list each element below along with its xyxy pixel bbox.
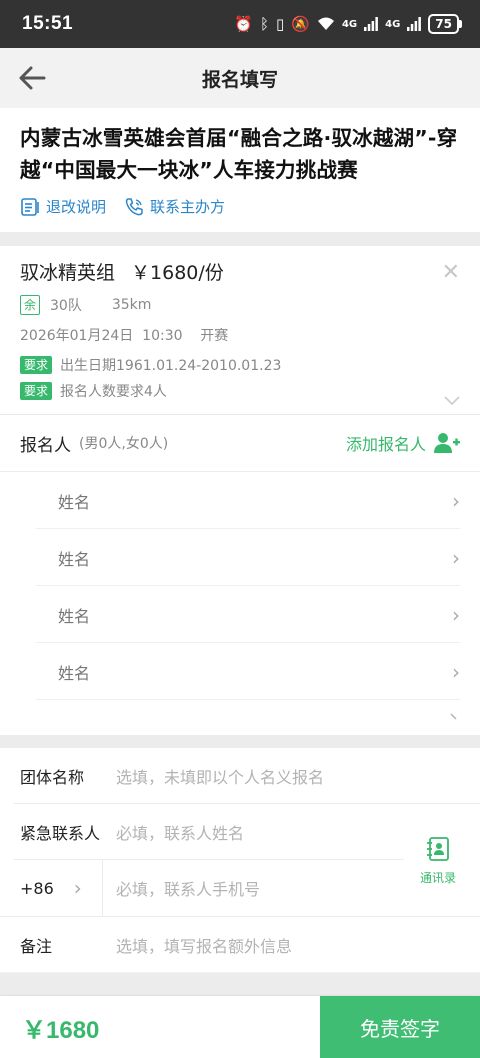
requirement-row: 要求 报名人数要求4人 [20, 381, 460, 401]
registrant-row[interactable]: 姓名 › [0, 529, 480, 586]
wifi-icon [317, 17, 334, 30]
registrant-row[interactable]: 姓名 › [0, 643, 480, 700]
remark-row[interactable]: 备注 选填，填写报名额外信息 [0, 917, 480, 973]
nav-bar: 报名填写 [0, 48, 480, 108]
alarm-icon: ⏰ [234, 14, 253, 33]
total-price: ￥1680 [22, 1016, 100, 1044]
emergency-contact-input[interactable]: 必填，联系人姓名 [116, 820, 244, 844]
remark-label: 备注 [20, 937, 53, 956]
back-arrow-icon[interactable] [16, 62, 48, 94]
refund-policy-label: 退改说明 [46, 198, 107, 216]
phone-row[interactable]: 必填，联系人手机号 [96, 860, 396, 916]
registrant-name-placeholder: 姓名 [58, 549, 91, 569]
bottom-bar: ￥1680 免责签字 [0, 996, 480, 1058]
status-time: 15:51 [22, 13, 74, 34]
section-gap [0, 735, 480, 748]
document-icon [21, 197, 39, 216]
section-gap [0, 973, 480, 996]
chevron-right-icon: › [452, 488, 460, 513]
team-name-row[interactable]: 团体名称 选填，未填即以个人名义报名 [0, 748, 480, 804]
remark-input[interactable]: 选填，填写报名额外信息 [116, 933, 292, 957]
registrant-row[interactable]: 姓名 › [0, 586, 480, 643]
emergency-contact-label: 紧急联系人 [20, 824, 101, 843]
country-code-selector[interactable]: +86 › [20, 860, 82, 916]
contact-organizer-label: 联系主办方 [150, 198, 226, 216]
requirement-tag: 要求 [20, 382, 53, 400]
registrants-header: 报名人 (男0人,女0人) 添加报名人 [0, 415, 480, 471]
registrants-count: (男0人,女0人) [79, 436, 169, 452]
registrants-section: 报名人 (男0人,女0人) 添加报名人 姓名 › 姓名 › 姓名 › 姓名 › [0, 415, 480, 735]
add-user-icon [434, 433, 460, 453]
status-bar: 15:51 ⏰ ᛒ ▯ 🔕 4G 4G 75 [0, 0, 480, 48]
contact-organizer-link[interactable]: 联系主办方 [124, 196, 225, 217]
remain-badge: 余 [20, 295, 41, 315]
chevron-right-icon: › [452, 659, 460, 684]
battery-level: 75 [428, 14, 459, 34]
phone-icon [125, 197, 143, 215]
network-type-2: 4G [385, 18, 401, 30]
chevron-right-icon: › [452, 602, 460, 627]
phone-input[interactable]: 必填，联系人手机号 [116, 876, 260, 900]
group-card: 驭冰精英组 ￥1680/份 ✕ 余 30队 35km 2026年01月24日 1… [0, 246, 480, 414]
chevron-right-icon: › [452, 545, 460, 570]
address-book-button[interactable]: 通讯录 [414, 836, 462, 886]
team-name-input[interactable]: 选填，未填即以个人名义报名 [116, 764, 324, 788]
close-icon[interactable]: ✕ [442, 260, 460, 285]
requirement-tag: 要求 [20, 356, 53, 374]
status-icons: ⏰ ᛒ ▯ 🔕 4G 4G 75 [234, 14, 462, 34]
registrant-row[interactable]: 姓名 › [0, 472, 480, 529]
group-price: ￥1680/份 [131, 262, 224, 284]
group-distance: 35km [111, 297, 152, 313]
requirement-row: 要求 出生日期1961.01.24-2010.01.23 [20, 355, 460, 375]
network-type-1: 4G [341, 18, 358, 30]
section-gap [0, 232, 480, 246]
country-code: +86 [20, 878, 54, 898]
sign-waiver-button[interactable]: 免责签字 [320, 996, 480, 1058]
registrants-label: 报名人 [20, 435, 71, 456]
address-book-label: 通讯录 [419, 871, 456, 885]
group-teams: 30队 [50, 298, 82, 314]
signal-icon [364, 17, 379, 31]
bluetooth-icon: ᛒ [259, 14, 269, 33]
add-registrant-label: 添加报名人 [345, 435, 426, 454]
event-links: 退改说明 联系主办方 [20, 196, 460, 217]
requirement-birth: 出生日期1961.01.24-2010.01.23 [60, 358, 282, 374]
event-title: 内蒙古冰雪英雄会首届“融合之路·驭冰越湖”-穿越“中国最大一块冰”人车接力挑战赛 [20, 126, 458, 182]
battery-icon: 75 [428, 14, 462, 34]
emergency-contact-row[interactable]: 紧急联系人 必填，联系人姓名 [0, 804, 480, 860]
chevron-right-icon: › [73, 876, 82, 900]
address-book-icon [427, 837, 449, 861]
team-name-label: 团体名称 [20, 768, 85, 787]
event-header: 内蒙古冰雪英雄会首届“融合之路·驭冰越湖”-穿越“中国最大一块冰”人车接力挑战赛… [0, 108, 480, 232]
group-start-time: 2026年01月24日 10:30 开赛 [20, 328, 229, 344]
refund-policy-link[interactable]: 退改说明 [20, 196, 106, 217]
page-title: 报名填写 [201, 68, 278, 91]
registrant-list: 姓名 › 姓名 › 姓名 › 姓名 › [0, 472, 480, 700]
group-name: 驭冰精英组 [20, 262, 116, 284]
chevron-down-icon[interactable] [450, 713, 460, 721]
group-meta: 余 30队 35km [20, 295, 460, 315]
chevron-down-icon[interactable] [444, 396, 460, 406]
group-heading: 驭冰精英组 ￥1680/份 [20, 258, 460, 285]
vibrate-icon: ▯ [276, 14, 285, 33]
add-registrant-button[interactable]: 添加报名人 [346, 431, 460, 455]
mute-icon: 🔕 [291, 14, 310, 33]
registrant-name-placeholder: 姓名 [58, 606, 91, 626]
registrant-name-placeholder: 姓名 [58, 492, 91, 512]
signal-icon [407, 17, 422, 31]
requirement-count: 报名人数要求4人 [60, 384, 167, 400]
registrant-name-placeholder: 姓名 [58, 663, 91, 683]
